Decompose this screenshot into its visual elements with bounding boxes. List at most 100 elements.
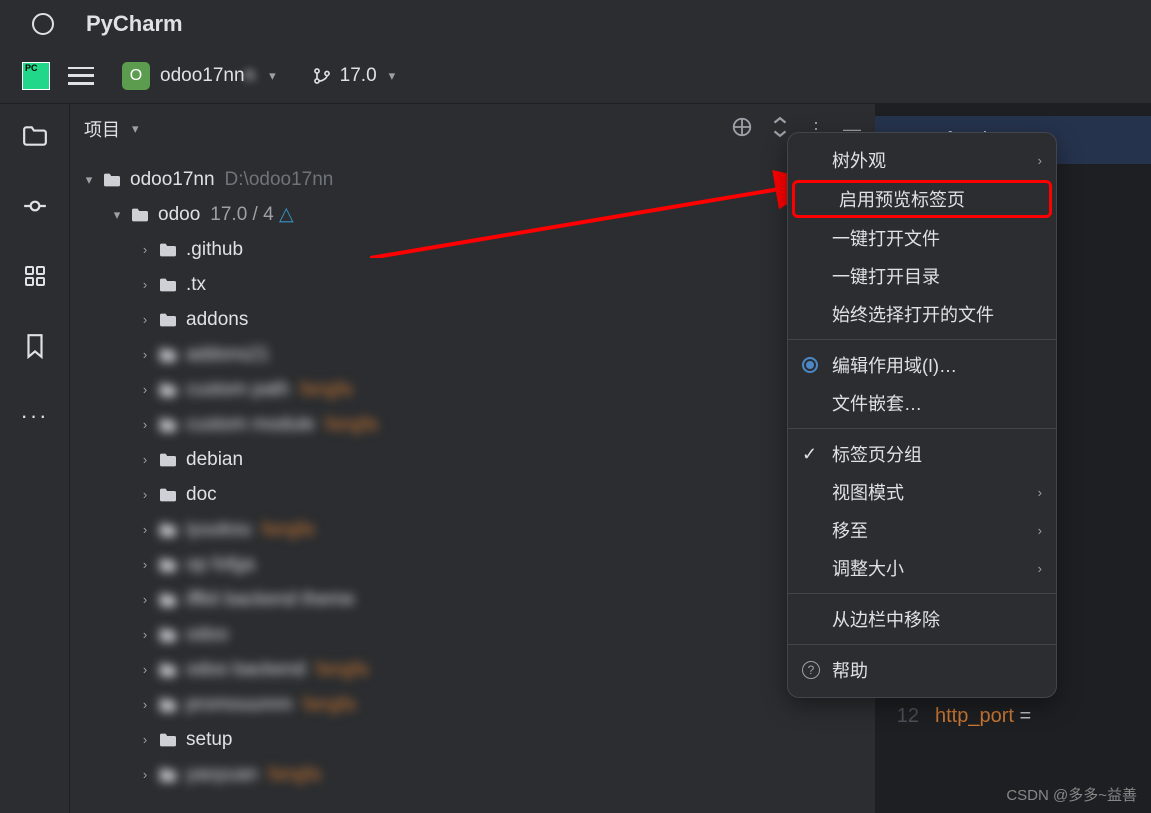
menu-always-select-opened[interactable]: 始终选择打开的文件 (788, 295, 1056, 333)
chevron-right-icon: › (136, 452, 154, 467)
menu-one-click-file[interactable]: 一键打开文件 (788, 219, 1056, 257)
folder-icon (158, 487, 178, 503)
tree-item-label: custom path (186, 379, 290, 401)
chevron-right-icon: › (136, 627, 154, 642)
chevron-right-icon: › (136, 417, 154, 432)
branch-icon (312, 66, 332, 86)
tree-item-tag: fangfa (303, 694, 356, 716)
context-menu: 树外观› 启用预览标签页 一键打开文件 一键打开目录 始终选择打开的文件 编辑作… (787, 132, 1057, 698)
folder-icon (158, 242, 178, 258)
tree-item[interactable]: ›promouunnnfangfa (70, 687, 875, 722)
tree-item-label: iffkit backend theme (186, 589, 355, 611)
tree-item[interactable]: ›custom pathfangfa (70, 372, 875, 407)
tree-item[interactable]: › .tx (70, 267, 875, 302)
chevron-right-icon: › (136, 767, 154, 782)
tree-item-label: odoo (186, 624, 228, 646)
tree-item[interactable]: ›doc (70, 477, 875, 512)
tree-item-label: doc (186, 484, 217, 506)
chevron-right-icon: › (136, 242, 154, 257)
tree-item[interactable]: ›iyuukoufangfa (70, 512, 875, 547)
folder-icon (158, 312, 178, 328)
project-tool-icon[interactable] (21, 122, 49, 150)
menu-resize[interactable]: 调整大小› (788, 549, 1056, 587)
tree-item-label: op fofga (186, 554, 255, 576)
tree-item-tag: fangfa (262, 519, 315, 541)
tree-item[interactable]: › odoo (70, 617, 875, 652)
watermark: CSDN @多多~益善 (1006, 784, 1137, 805)
tree-item[interactable]: › op fofga (70, 547, 875, 582)
select-opened-file-icon[interactable] (731, 116, 753, 143)
menu-one-click-dir[interactable]: 一键打开目录 (788, 257, 1056, 295)
folder-icon (158, 347, 178, 363)
tree-item[interactable]: › debian (70, 442, 875, 477)
project-badge[interactable]: O (122, 62, 150, 90)
check-icon: ✓ (802, 444, 817, 465)
tree-item[interactable]: › yaoyuan fangfa (70, 757, 875, 792)
chevron-down-icon: ▾ (269, 68, 276, 84)
chevron-right-icon: › (136, 312, 154, 327)
chevron-right-icon: › (136, 347, 154, 362)
radio-icon (802, 357, 818, 373)
chevron-right-icon: › (136, 277, 154, 292)
panel-title[interactable]: 项目 ▾ (84, 116, 139, 142)
tree-item-label: debian (186, 449, 243, 471)
tree-item-label: .tx (186, 274, 206, 296)
tree-item-tag: fangfa (325, 414, 378, 436)
tree-item-tag: fangfa (268, 764, 321, 786)
folder-icon (158, 417, 178, 433)
folder-icon (158, 452, 178, 468)
app-title: PyCharm (86, 11, 183, 37)
menu-tree-appearance[interactable]: 树外观› (788, 141, 1056, 179)
project-tree[interactable]: ▾ odoo17nn D:\odoo17nn ▾ odoo 17.0 / 4 △… (70, 154, 875, 800)
pycharm-logo-icon (22, 62, 50, 90)
tree-odoo[interactable]: ▾ odoo 17.0 / 4 △ (70, 197, 875, 232)
help-icon: ? (802, 661, 820, 679)
tree-item-label: setup (186, 729, 232, 751)
tree-item-label: addons (186, 309, 248, 331)
chevron-down-icon: ▾ (108, 207, 126, 223)
menu-remove-sidebar[interactable]: 从边栏中移除 (788, 600, 1056, 638)
chevron-right-icon: › (136, 557, 154, 572)
tree-item[interactable]: › setup (70, 722, 875, 757)
tree-root[interactable]: ▾ odoo17nn D:\odoo17nn (70, 162, 875, 197)
tree-item-label: yaoyuan (186, 764, 258, 786)
tree-item[interactable]: › addons21 (70, 337, 875, 372)
folder-icon (102, 172, 122, 188)
menu-help[interactable]: ?帮助 (788, 651, 1056, 689)
menu-move-to[interactable]: 移至› (788, 511, 1056, 549)
tree-item[interactable]: ›odoo backendfangfa (70, 652, 875, 687)
chevron-right-icon: › (1038, 153, 1042, 168)
commit-tool-icon[interactable] (21, 192, 49, 220)
chevron-down-icon: ▾ (132, 121, 139, 137)
more-tools-icon[interactable]: ··· (21, 402, 49, 430)
structure-tool-icon[interactable] (21, 262, 49, 290)
expand-collapse-icon[interactable] (771, 116, 789, 143)
folder-icon (158, 662, 178, 678)
tree-item-label: custom module (186, 414, 315, 436)
bookmarks-tool-icon[interactable] (21, 332, 49, 360)
menu-separator (788, 593, 1056, 594)
menu-file-nesting[interactable]: 文件嵌套… (788, 384, 1056, 422)
folder-icon (158, 382, 178, 398)
tree-item[interactable]: › addons (70, 302, 875, 337)
chevron-right-icon: › (136, 732, 154, 747)
tree-item-label: .github (186, 239, 243, 261)
project-selector[interactable]: odoo17nnn (160, 65, 255, 87)
menu-edit-scope[interactable]: 编辑作用域(I)… (788, 346, 1056, 384)
folder-icon (130, 207, 150, 223)
chevron-down-icon: ▾ (80, 172, 98, 188)
tree-item[interactable]: ›iffkit backend theme (70, 582, 875, 617)
folder-icon (158, 592, 178, 608)
menu-separator (788, 339, 1056, 340)
tree-item[interactable]: › custom module fangfa (70, 407, 875, 442)
main-menu-button[interactable] (68, 67, 94, 85)
tree-item-label: addons21 (186, 344, 269, 366)
menu-view-mode[interactable]: 视图模式› (788, 473, 1056, 511)
folder-icon (158, 767, 178, 783)
tree-item[interactable]: › .github (70, 232, 875, 267)
menu-tab-grouping[interactable]: ✓标签页分组 (788, 435, 1056, 473)
vcs-branch-widget[interactable]: 17.0 ▾ (312, 65, 396, 87)
menu-enable-preview-tab[interactable]: 启用预览标签页 (792, 180, 1052, 218)
folder-icon (158, 522, 178, 538)
folder-icon (158, 557, 178, 573)
